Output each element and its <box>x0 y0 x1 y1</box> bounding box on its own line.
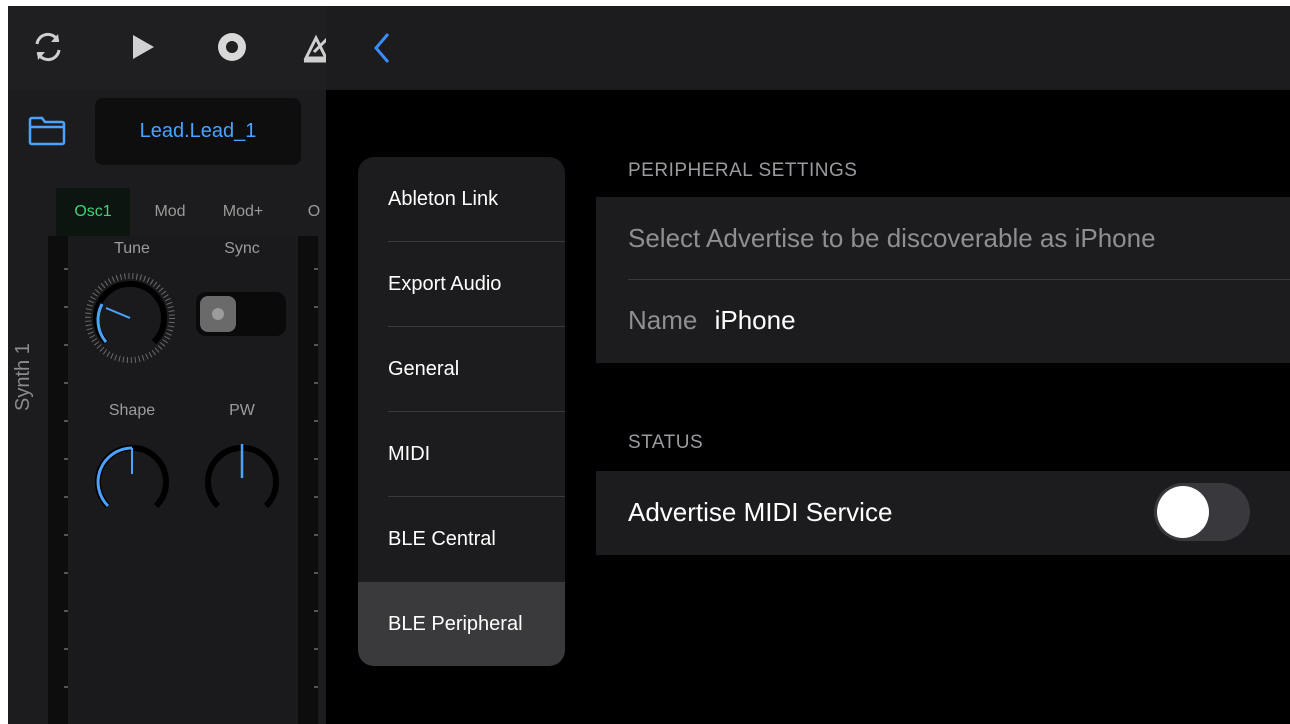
transport-toolbar <box>8 6 332 90</box>
meter-tick <box>314 686 318 688</box>
advertise-hint: Select Advertise to be discoverable as i… <box>628 223 1156 253</box>
meter-tick <box>64 306 68 308</box>
status-header: STATUS <box>628 432 704 453</box>
meter-tick <box>64 610 68 612</box>
meter-tick <box>314 534 318 536</box>
settings-topbar <box>326 6 1290 90</box>
sync-toggle[interactable] <box>196 292 286 336</box>
menu-item-label: MIDI <box>388 443 431 465</box>
meter-tick <box>314 458 318 460</box>
app-window: Lead.Lead_1 Osc1 Mod Mod+ O Tune Sync Sh… <box>8 6 1290 724</box>
play-icon[interactable] <box>126 30 160 64</box>
meter-tick <box>64 344 68 346</box>
synth-tabs: Osc1 Mod Mod+ O <box>8 188 326 236</box>
meter-tick <box>314 572 318 574</box>
menu-item-ble-peripheral[interactable]: BLE Peripheral <box>358 582 565 666</box>
meter-tick <box>64 458 68 460</box>
meter-tick <box>64 268 68 270</box>
menu-item-label: Ableton Link <box>388 188 499 210</box>
advertise-midi-toggle[interactable] <box>1154 483 1250 541</box>
meter-tick <box>314 344 318 346</box>
meter-tick <box>314 382 318 384</box>
meter-tick <box>64 382 68 384</box>
meter-tick <box>64 496 68 498</box>
menu-item-general[interactable]: General <box>358 327 565 412</box>
instrument-label: Synth 1 <box>12 343 34 411</box>
meter-tick <box>314 610 318 612</box>
name-row[interactable]: Name iPhone <box>628 305 796 336</box>
tune-label: Tune <box>114 240 150 257</box>
meter-tick <box>64 572 68 574</box>
menu-item-label: General <box>388 358 460 380</box>
pw-label: PW <box>229 402 255 419</box>
menu-item-export-audio[interactable]: Export Audio <box>358 242 565 327</box>
sync-indicator <box>212 308 224 320</box>
tab-osc1[interactable]: Osc1 <box>56 188 130 236</box>
shape-knob[interactable] <box>84 434 180 530</box>
name-label: Name <box>628 305 698 335</box>
back-chevron-icon[interactable] <box>366 28 396 68</box>
divider <box>628 279 1290 280</box>
tab-mod-plus[interactable]: Mod+ <box>208 188 278 236</box>
settings-menu: Ableton Link Export Audio General MIDI B… <box>358 157 565 666</box>
menu-item-label: BLE Peripheral <box>388 613 523 635</box>
meter-tick <box>314 268 318 270</box>
menu-item-midi[interactable]: MIDI <box>358 412 565 497</box>
tab-osc2[interactable]: O <box>302 188 326 236</box>
meter-tick <box>64 534 68 536</box>
peripheral-settings-header: PERIPHERAL SETTINGS <box>628 160 858 181</box>
menu-item-label: Export Audio <box>388 273 502 295</box>
meter-tick <box>64 420 68 422</box>
pw-knob[interactable] <box>194 434 290 530</box>
meter-tick <box>314 496 318 498</box>
tune-knob[interactable] <box>82 270 178 366</box>
menu-item-ble-central[interactable]: BLE Central <box>358 497 565 582</box>
record-icon[interactable] <box>215 30 249 64</box>
menu-item-label: BLE Central <box>388 528 496 550</box>
status-group: Advertise MIDI Service <box>596 471 1290 555</box>
sync-toggle-thumb <box>200 296 236 332</box>
advertise-midi-label: Advertise MIDI Service <box>628 497 893 527</box>
name-value[interactable]: iPhone <box>715 305 796 335</box>
meter-tick <box>64 648 68 650</box>
meter-tick <box>314 420 318 422</box>
right-meter-rail <box>298 236 318 724</box>
sync-label: Sync <box>224 240 260 257</box>
menu-item-ableton-link[interactable]: Ableton Link <box>358 157 565 242</box>
peripheral-settings-group: Select Advertise to be discoverable as i… <box>596 197 1290 363</box>
synth-panel: Lead.Lead_1 Osc1 Mod Mod+ O Tune Sync Sh… <box>8 6 332 724</box>
toggle-thumb <box>1157 486 1209 538</box>
meter-tick <box>314 306 318 308</box>
left-meter-rail <box>48 236 68 724</box>
meter-tick <box>64 686 68 688</box>
preset-name-button[interactable]: Lead.Lead_1 <box>95 98 301 165</box>
folder-icon[interactable] <box>28 116 66 146</box>
meter-tick <box>314 648 318 650</box>
loop-icon[interactable] <box>31 30 65 64</box>
tab-mod[interactable]: Mod <box>138 188 202 236</box>
shape-label: Shape <box>108 402 156 419</box>
